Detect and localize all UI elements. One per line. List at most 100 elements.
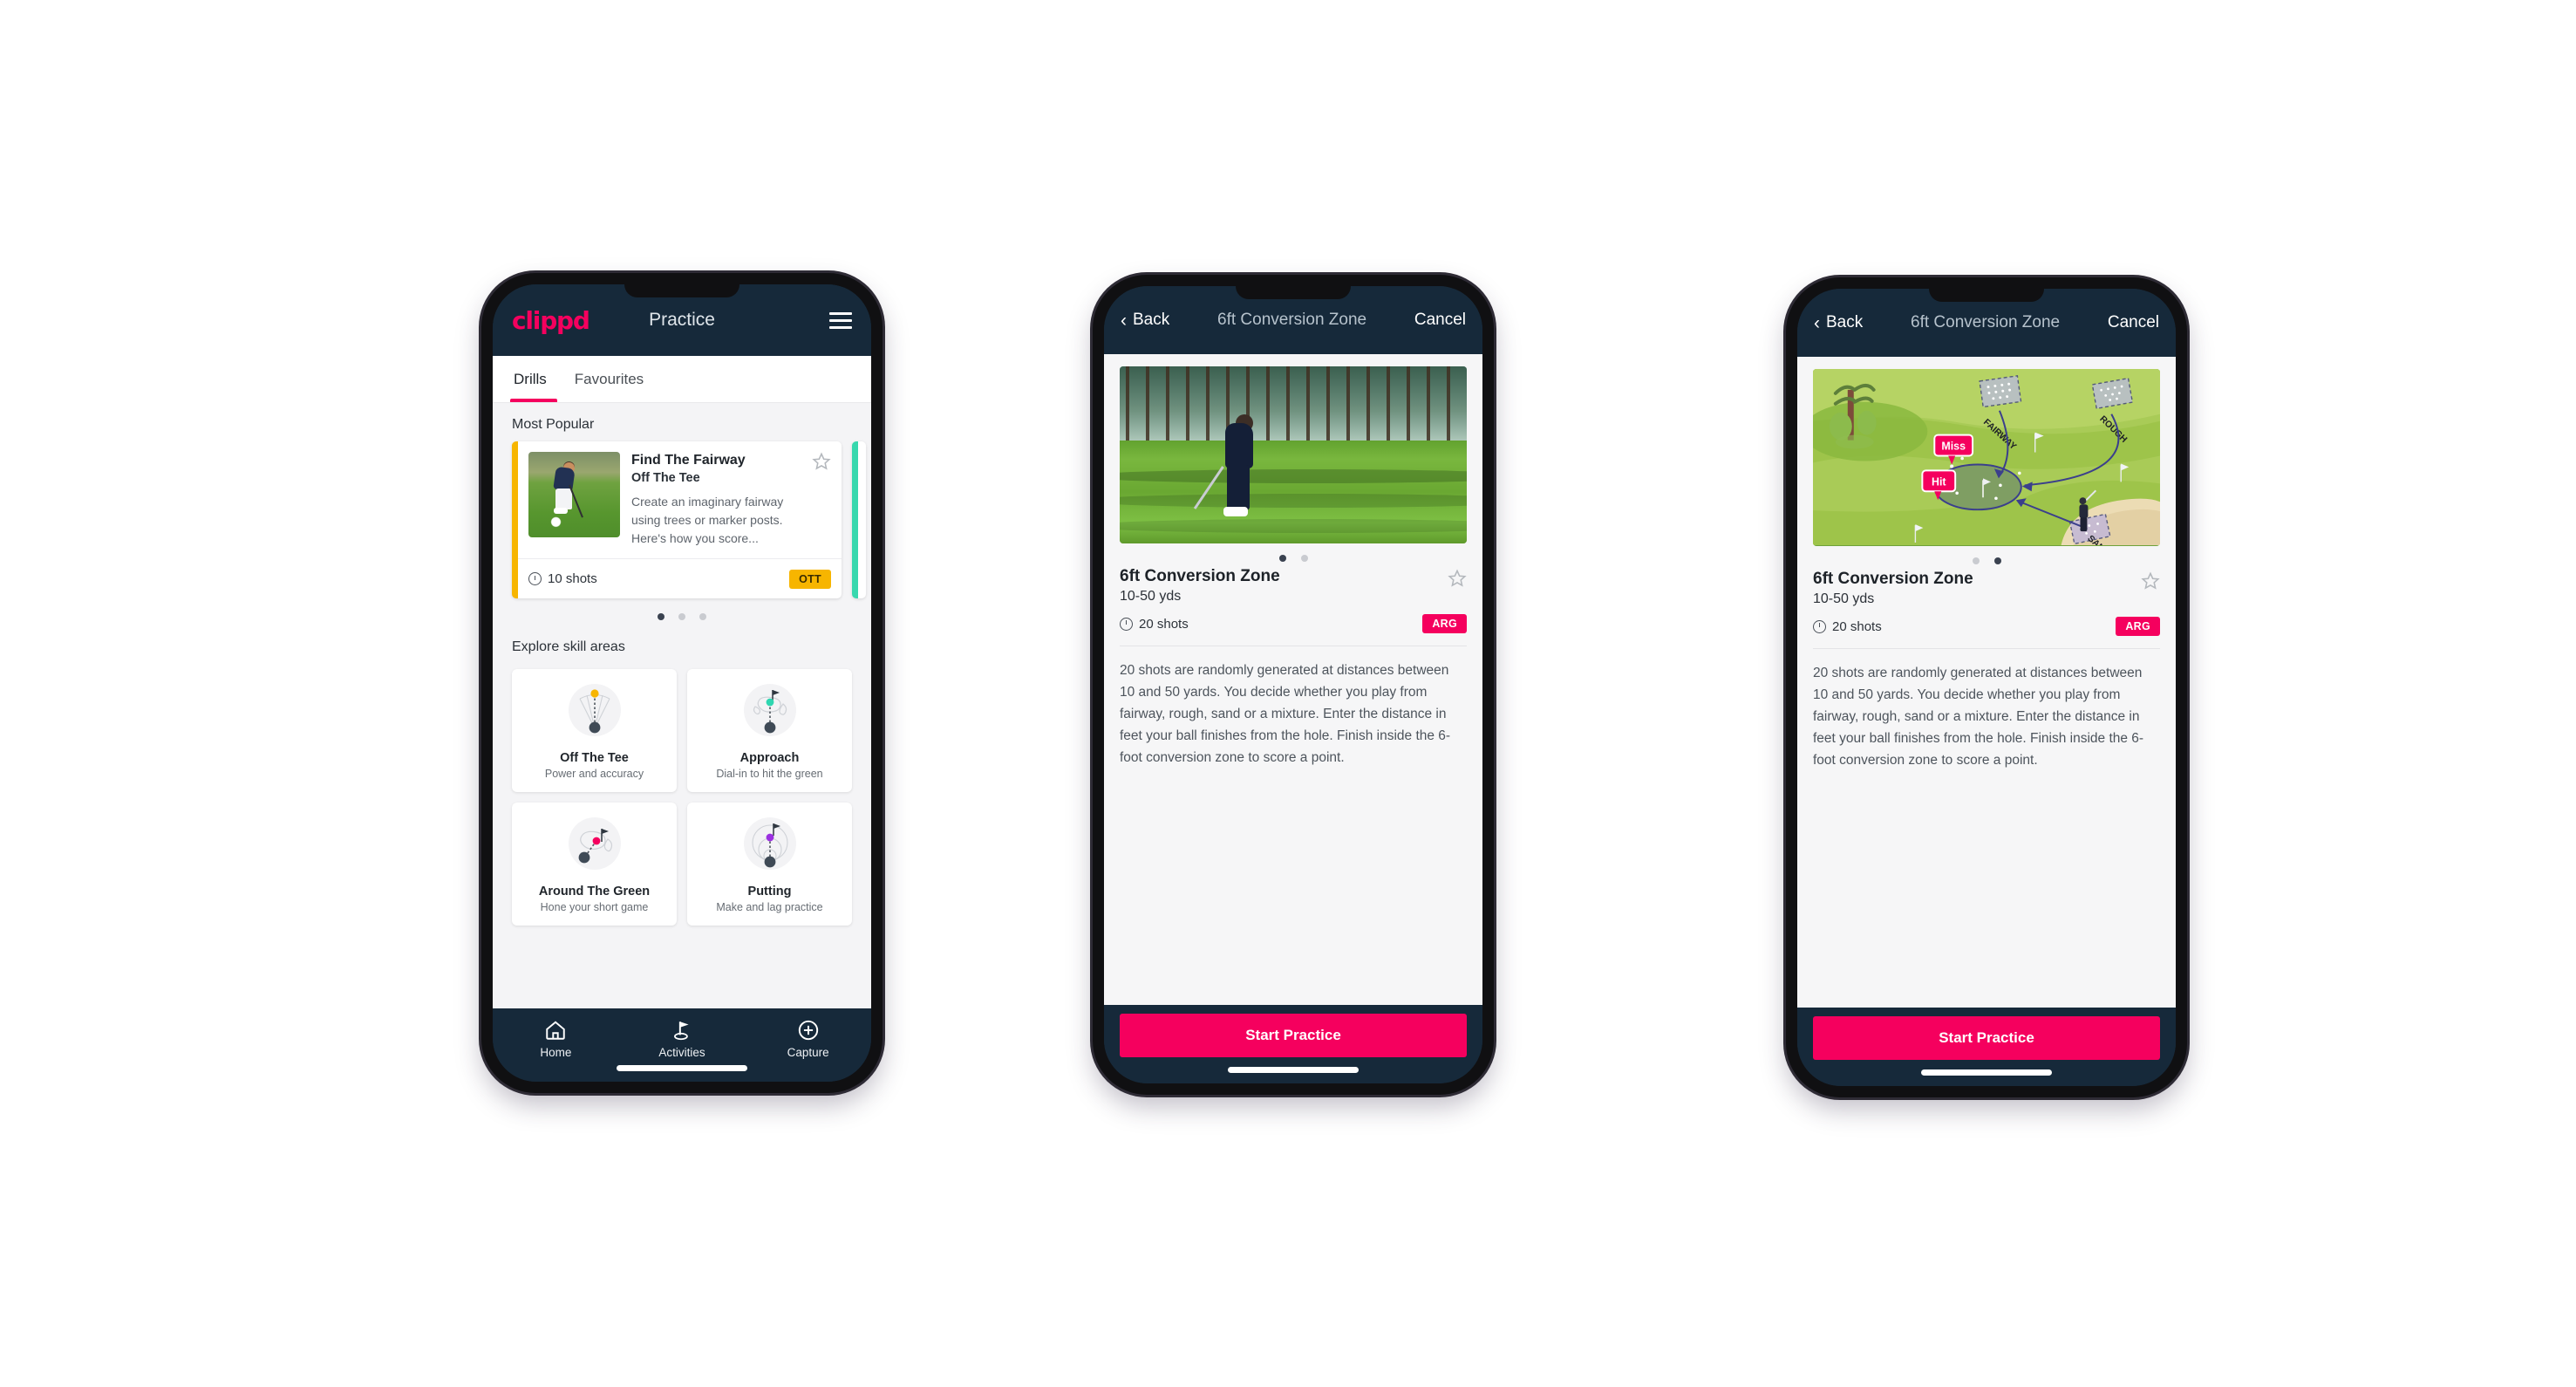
back-button[interactable]: ‹ Back — [1814, 313, 1863, 332]
favourite-star-icon[interactable] — [812, 452, 831, 471]
modal-title: 6ft Conversion Zone — [1217, 311, 1367, 329]
phone-practice-list: clippd Practice Drills Favourites Most P… — [481, 273, 883, 1093]
nav-label: Capture — [787, 1046, 829, 1059]
favourite-star-icon[interactable] — [2141, 571, 2160, 591]
plus-circle-icon — [798, 1020, 818, 1041]
nav-item-activities[interactable]: Activities — [619, 1019, 746, 1059]
clock-icon — [1813, 619, 1826, 633]
phone-drill-detail-illustration: ‹ Back 6ft Conversion Zone Cancel FAIRWA… — [1786, 277, 2187, 1097]
modal-body[interactable]: FAIRWAY ROUGH Miss Hit 6ft Conversion Zo… — [1797, 357, 2176, 1008]
phone-notch — [1929, 289, 2044, 302]
home-indicator — [617, 1065, 747, 1071]
skill-area-grid: Off The Tee Power and accuracy Approach … — [493, 664, 871, 938]
carousel-dot[interactable] — [1972, 557, 1980, 564]
home-indicator — [1228, 1067, 1359, 1073]
clippd-logo[interactable]: clippd — [512, 306, 590, 335]
media-carousel-dots[interactable] — [1813, 546, 2160, 570]
detail-distance: 10-50 yds — [1120, 589, 1182, 604]
back-label: Back — [1133, 311, 1170, 329]
drill-description: Create an imaginary fairway using trees … — [631, 495, 784, 545]
skill-subtitle: Power and accuracy — [544, 768, 644, 780]
detail-shots-label: 20 shots — [1139, 616, 1189, 632]
detail-meta-row: 20 shots ARG — [1813, 617, 2160, 636]
drill-title: Find The Fairway — [631, 453, 746, 468]
home-indicator — [1921, 1069, 2052, 1076]
skill-title: Putting — [747, 885, 792, 898]
detail-shots: 20 shots — [1813, 619, 1882, 634]
media-carousel-dots[interactable] — [1120, 543, 1467, 567]
skill-subtitle: Make and lag practice — [716, 901, 823, 913]
detail-shots-label: 20 shots — [1832, 618, 1882, 634]
hamburger-icon[interactable] — [829, 311, 852, 329]
clock-icon — [1120, 617, 1133, 631]
tee-fan-icon — [568, 684, 621, 736]
drill-carousel[interactable]: Find The Fairway Off The Tee Create an i… — [493, 441, 871, 598]
back-label: Back — [1826, 313, 1864, 331]
tab-favourites[interactable]: Favourites — [561, 356, 658, 402]
detail-title: 6ft Conversion Zone — [1813, 570, 1973, 588]
tab-drills[interactable]: Drills — [510, 356, 561, 402]
skill-card-off-the-tee[interactable]: Off The Tee Power and accuracy — [512, 669, 677, 792]
cancel-button[interactable]: Cancel — [1414, 311, 1466, 330]
detail-badge: ARG — [2116, 617, 2160, 636]
drill-thumbnail — [528, 452, 620, 537]
skill-card-putting[interactable]: Putting Make and lag practice — [687, 803, 852, 926]
section-explore-skill-areas: Explore skill areas — [512, 639, 625, 654]
detail-title: 6ft Conversion Zone — [1120, 567, 1280, 585]
skill-card-around-the-green[interactable]: Around The Green Hone your short game — [512, 803, 677, 926]
start-practice-button[interactable]: Start Practice — [1813, 1016, 2160, 1060]
skill-card-approach[interactable]: Approach Dial-in to hit the green — [687, 669, 852, 792]
skill-title: Off The Tee — [560, 751, 629, 765]
back-button[interactable]: ‹ Back — [1121, 311, 1169, 330]
clock-icon — [528, 572, 542, 585]
carousel-dot[interactable] — [658, 613, 664, 620]
nav-label: Activities — [658, 1046, 705, 1059]
detail-description: 20 shots are randomly generated at dista… — [1813, 666, 2144, 769]
drill-shots-label: 10 shots — [548, 571, 597, 586]
nav-label: Home — [540, 1046, 572, 1059]
screenshot-stage: clippd Practice Drills Favourites Most P… — [0, 0, 2576, 1387]
phone-notch — [1236, 286, 1351, 299]
detail-header: 6ft Conversion Zone 10-50 yds — [1120, 567, 1467, 605]
golf-course-diagram: FAIRWAY ROUGH Miss Hit — [1813, 369, 2160, 545]
cancel-button[interactable]: Cancel — [2108, 313, 2159, 332]
home-icon — [546, 1021, 566, 1040]
favourite-star-icon[interactable] — [1448, 569, 1467, 588]
modal-title: 6ft Conversion Zone — [1911, 313, 2061, 331]
drill-category: Off The Tee — [631, 471, 700, 485]
phone-drill-detail-video: ‹ Back 6ft Conversion Zone Cancel 6ft Co… — [1093, 275, 1494, 1095]
start-practice-button[interactable]: Start Practice — [1120, 1014, 1467, 1057]
carousel-dot[interactable] — [1278, 555, 1286, 562]
section-most-popular: Most Popular — [512, 417, 595, 432]
detail-badge: ARG — [1422, 614, 1467, 633]
modal-body[interactable]: 6ft Conversion Zone 10-50 yds 20 shots A… — [1104, 354, 1482, 1005]
carousel-dot[interactable] — [1300, 555, 1308, 562]
drill-badge: OTT — [789, 569, 831, 589]
golf-flag-icon — [674, 1021, 689, 1041]
drill-card-next-peek[interactable] — [852, 441, 866, 598]
svg-text:Hit: Hit — [1932, 475, 1946, 488]
detail-meta-row: 20 shots ARG — [1120, 614, 1467, 633]
skill-subtitle: Dial-in to hit the green — [716, 768, 823, 780]
carousel-dot[interactable] — [1993, 557, 2001, 564]
chip-icon — [568, 817, 621, 870]
carousel-dot[interactable] — [678, 613, 685, 620]
tab-bar: Drills Favourites — [493, 356, 871, 403]
content-scroll[interactable]: Most Popular Find The Fairway Off The Te… — [493, 403, 871, 1008]
svg-text:Miss: Miss — [1941, 441, 1966, 453]
nav-item-capture[interactable]: Capture — [745, 1019, 871, 1059]
detail-header: 6ft Conversion Zone 10-50 yds — [1813, 570, 2160, 607]
nav-item-home[interactable]: Home — [493, 1019, 619, 1059]
putting-rings-icon — [743, 817, 796, 870]
drill-illustration[interactable]: FAIRWAY ROUGH Miss Hit — [1813, 369, 2160, 546]
chevron-left-icon: ‹ — [1121, 310, 1127, 331]
phone-notch — [624, 284, 739, 297]
carousel-dots[interactable] — [493, 598, 871, 625]
skill-subtitle: Hone your short game — [540, 901, 649, 913]
drill-video-thumbnail[interactable] — [1120, 366, 1467, 543]
drill-card[interactable]: Find The Fairway Off The Tee Create an i… — [512, 441, 842, 598]
carousel-dot[interactable] — [699, 613, 706, 620]
detail-distance: 10-50 yds — [1813, 591, 1875, 606]
detail-shots: 20 shots — [1120, 617, 1189, 632]
green-approach-icon — [743, 684, 796, 736]
